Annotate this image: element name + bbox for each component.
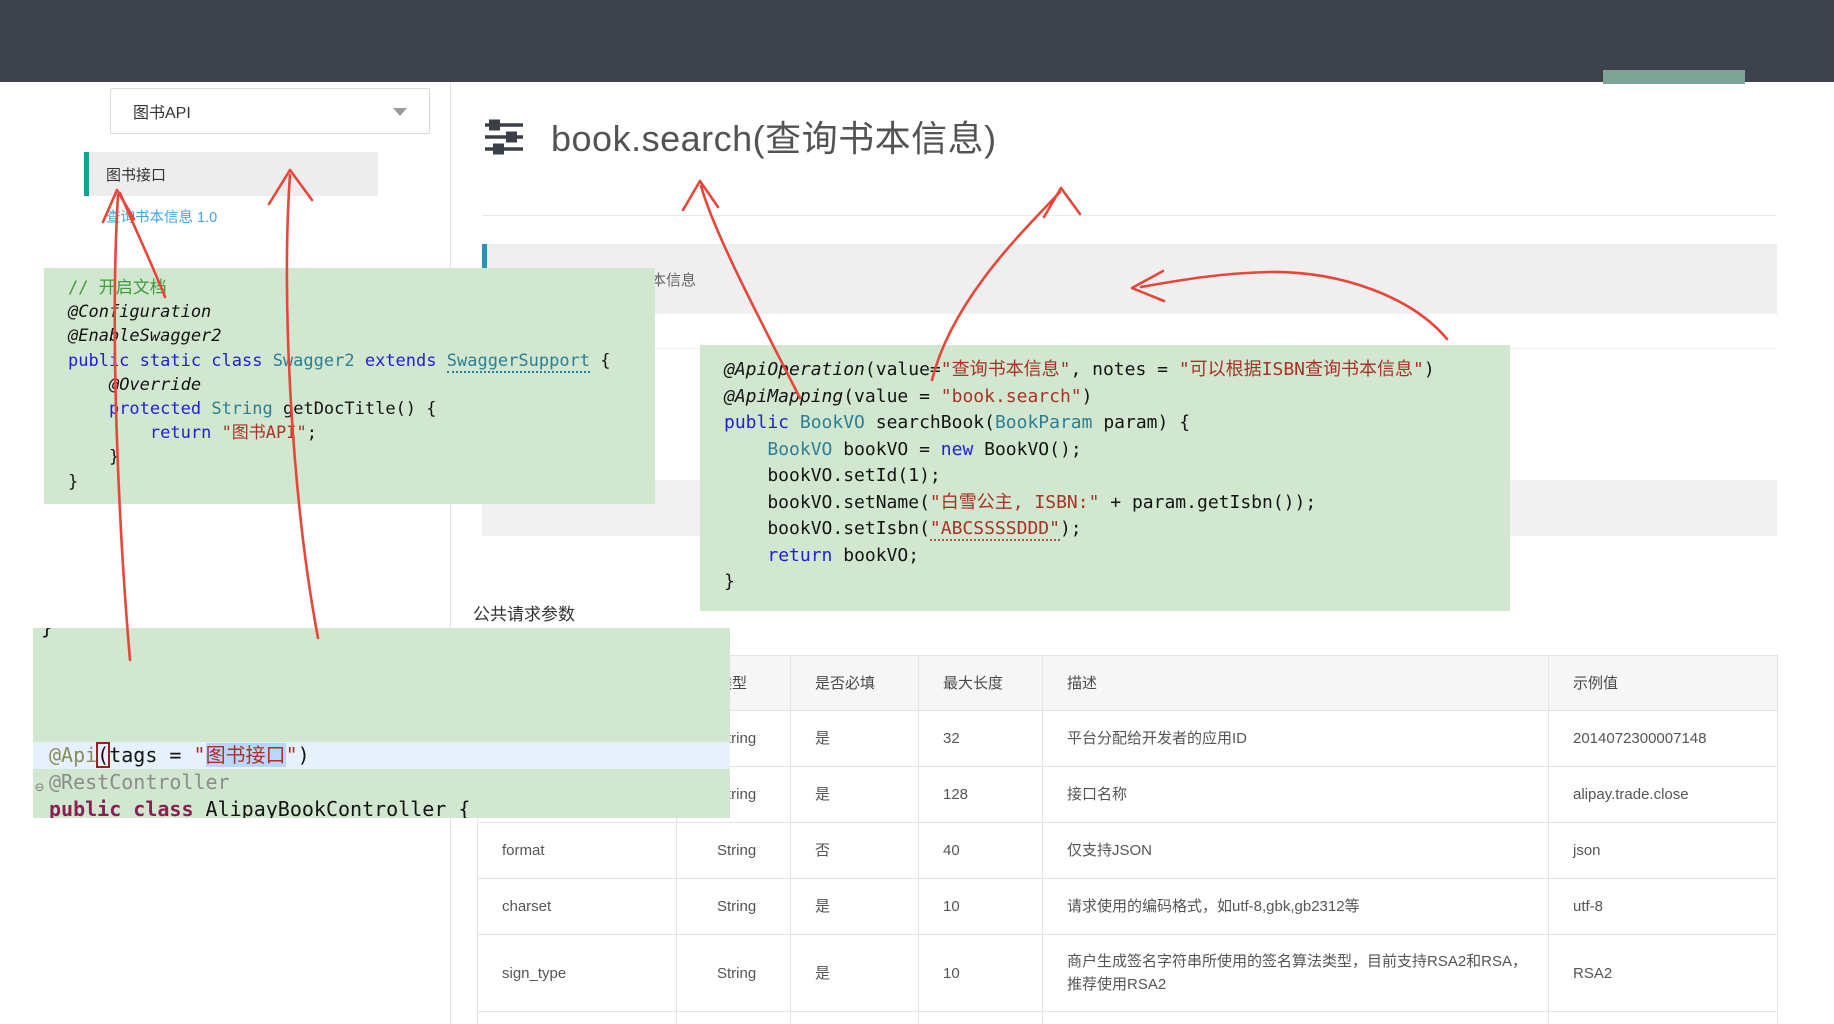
code-line: }	[68, 445, 655, 469]
page-title: book.search(查询书本信息)	[551, 110, 997, 162]
code-block-swagger-config: // 开启文档@Configuration@EnableSwagger2publ…	[44, 268, 655, 504]
code-line: protected String getDocTitle() {	[68, 397, 655, 421]
table-cell: 平台分配给开发者的应用ID	[1043, 711, 1549, 767]
top-navbar	[0, 0, 1834, 82]
code-line: bookVO.setName("白雪公主, ISBN:" + param.get…	[724, 490, 1510, 517]
code-block-controller-class: } ⊖ @Api(tags = "图书接口")@RestControllerpu…	[33, 628, 730, 818]
table-cell: utf-8	[1549, 879, 1778, 935]
table-cell: String	[677, 879, 791, 935]
caret-down-icon	[393, 108, 407, 116]
sidebar-item-book-api-group[interactable]: 图书接口	[84, 152, 378, 196]
table-cell: 仅支持JSON	[1043, 823, 1549, 879]
table-cell: 10	[919, 879, 1043, 935]
table-cell: 是	[791, 935, 919, 1012]
table-cell: 是	[791, 879, 919, 935]
table-cell: 请求使用的编码格式，如utf-8,gbk,gb2312等	[1043, 879, 1549, 935]
table-cell: 128	[919, 767, 1043, 823]
table-cell: 否	[791, 823, 919, 879]
table-cell: charset	[478, 879, 677, 935]
page: 开放平台 文档中心 图书API 图书接口 查询书本信息 1.0 book.sea…	[0, 0, 1834, 1024]
sidebar-item-doc-link[interactable]: 查询书本信息 1.0	[106, 206, 217, 227]
code-line: return bookVO;	[724, 543, 1510, 570]
active-tab-indicator	[1603, 70, 1745, 84]
table-header-cell: 是否必填	[791, 656, 919, 711]
code-line: @Configuration	[68, 300, 655, 324]
code-line: }	[724, 569, 1510, 596]
params-section-title: 公共请求参数	[473, 600, 575, 625]
table-cell: RSA2	[1549, 935, 1778, 1012]
code-line: bookVO.setIsbn("ABCSSSSDDD");	[724, 516, 1510, 543]
title-divider	[482, 215, 1777, 216]
code-fold-icon: ⊖	[35, 774, 44, 801]
table-cell-partial	[478, 1012, 677, 1024]
code-line: // 开启文档	[68, 276, 655, 300]
code-line: }	[68, 470, 655, 494]
table-cell: 2014072300007148	[1549, 711, 1778, 767]
table-cell-partial	[677, 1012, 791, 1024]
table-cell: 是	[791, 711, 919, 767]
code-block-controller-method: @ApiOperation(value="查询书本信息", notes = "可…	[700, 345, 1510, 611]
code-line: public static class Swagger2 extends Swa…	[68, 349, 655, 373]
sidebar-group-label: 图书接口	[106, 164, 166, 185]
code-line: @RestController	[49, 769, 730, 796]
table-cell: sign_type	[478, 935, 677, 1012]
table-cell: String	[677, 823, 791, 879]
code-line: bookVO.setId(1);	[724, 463, 1510, 490]
table-header-cell: 示例值	[1549, 656, 1778, 711]
sidebar-divider	[450, 82, 451, 1024]
table-cell: 商户生成签名字符串所使用的签名算法类型，目前支持RSA2和RSA，推荐使用RSA…	[1043, 935, 1549, 1012]
code-line: return "图书API";	[68, 421, 655, 445]
table-cell: String	[677, 935, 791, 1012]
table-header-cell: 描述	[1043, 656, 1549, 711]
table-cell: 是	[791, 767, 919, 823]
code-line: BookVO bookVO = new BookVO();	[724, 437, 1510, 464]
table-cell-partial	[1043, 1012, 1549, 1024]
code-line: @EnableSwagger2	[68, 324, 655, 348]
table-cell-partial	[919, 1012, 1043, 1024]
table-cell: 10	[919, 935, 1043, 1012]
api-select-dropdown[interactable]: 图书API	[110, 88, 430, 134]
api-select-value: 图书API	[133, 99, 191, 123]
clipped-code-line: }	[41, 628, 53, 641]
table-cell: 接口名称	[1043, 767, 1549, 823]
code-line: @Api(tags = "图书接口")	[33, 742, 730, 769]
table-cell-partial	[791, 1012, 919, 1024]
table-header-cell: 最大长度	[919, 656, 1043, 711]
table-cell: json	[1549, 823, 1778, 879]
api-summary-banner: 可以根据ISBN查询书本信息	[482, 244, 1777, 314]
code-line: public class AlipayBookController {	[49, 796, 730, 818]
code-line: @ApiOperation(value="查询书本信息", notes = "可…	[724, 357, 1510, 384]
table-cell: alipay.trade.close	[1549, 767, 1778, 823]
code-line: @Override	[68, 373, 655, 397]
code-line: @ApiMapping(value = "book.search")	[724, 384, 1510, 411]
sliders-icon	[483, 116, 525, 158]
code-line: public BookVO searchBook(BookParam param…	[724, 410, 1510, 437]
table-cell: format	[478, 823, 677, 879]
table-cell: 40	[919, 823, 1043, 879]
table-cell-partial	[1549, 1012, 1778, 1024]
table-cell: 32	[919, 711, 1043, 767]
